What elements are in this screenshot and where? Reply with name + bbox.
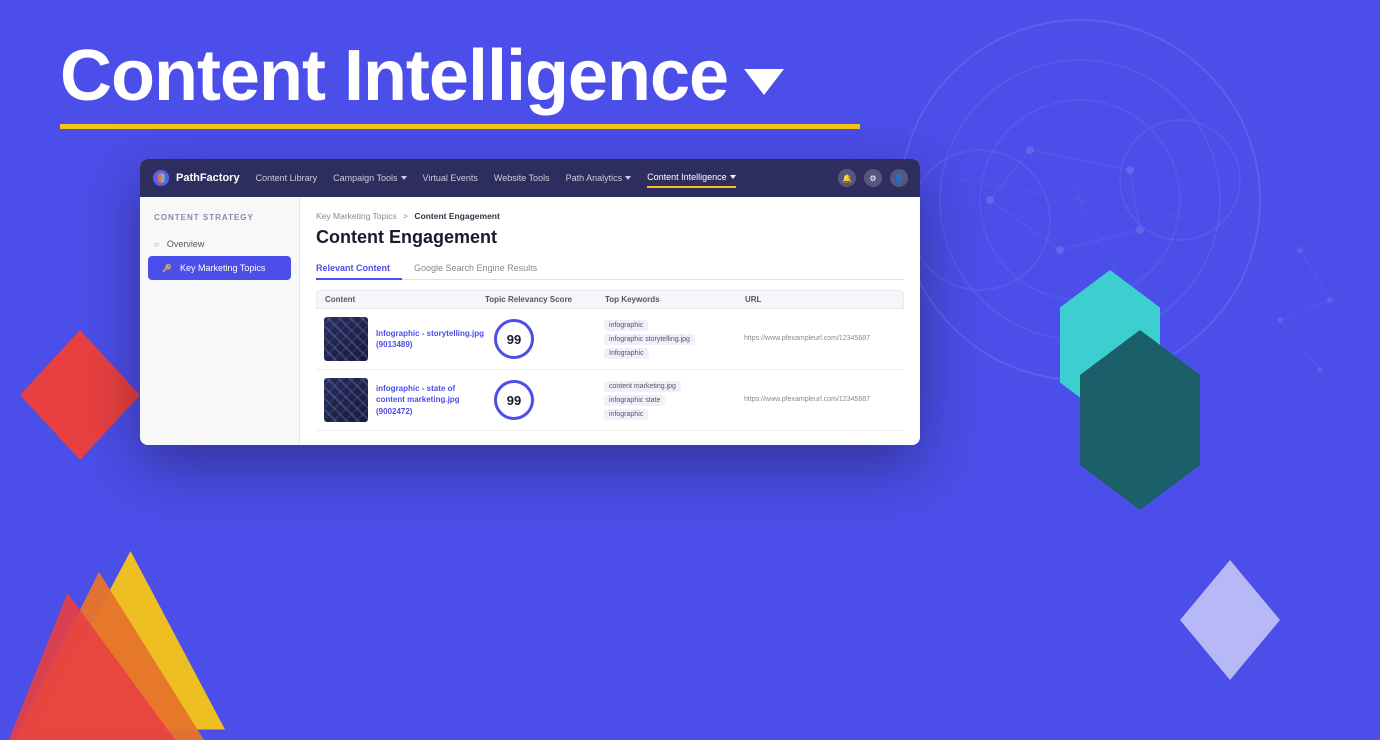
gold-divider: [60, 124, 860, 129]
tab-google-search[interactable]: Google Search Engine Results: [402, 258, 549, 280]
content-table: Content Topic Relevancy Score Top Keywor…: [316, 290, 904, 431]
analytics-dropdown-arrow: [625, 176, 631, 180]
sidebar-item-key-marketing-topics[interactable]: 🔑 Key Marketing Topics: [148, 256, 291, 280]
sidebar-item-overview-label: Overview: [167, 239, 205, 249]
score-cell-1: 99: [484, 319, 604, 359]
nav-user-icon[interactable]: 👤: [890, 169, 908, 187]
url-cell-2[interactable]: https://www.pfexampleurl.com/12345687: [744, 395, 896, 406]
overview-icon: ○: [154, 240, 159, 249]
nav-item-website-tools[interactable]: Website Tools: [494, 169, 550, 187]
thumbnail-2: [324, 378, 368, 422]
table-header: Content Topic Relevancy Score Top Keywor…: [316, 290, 904, 309]
pathfactory-logo-icon: [152, 169, 170, 187]
col-header-keywords: Top Keywords: [605, 295, 745, 304]
page-title: Content Engagement: [316, 227, 904, 248]
keyword-tag: content marketing.jpg: [604, 381, 681, 392]
nav-bell-icon[interactable]: 🔔: [838, 169, 856, 187]
thumbnail-1: [324, 317, 368, 361]
campaign-dropdown-arrow: [401, 176, 407, 180]
nav-item-content-library[interactable]: Content Library: [256, 169, 318, 187]
content-cell-2: infographic - state of content marketing…: [324, 378, 484, 422]
nav-item-campaign-tools[interactable]: Campaign Tools: [333, 169, 406, 187]
table-row: infographic - state of content marketing…: [316, 370, 904, 431]
breadcrumb: Key Marketing Topics > Content Engagemen…: [316, 211, 904, 221]
nav-bar: PathFactory Content Library Campaign Too…: [140, 159, 920, 197]
nav-logo[interactable]: PathFactory: [152, 169, 240, 187]
key-icon: 🔑: [162, 264, 172, 273]
nav-item-virtual-events[interactable]: Virtual Events: [423, 169, 478, 187]
content-title-1[interactable]: Infographic - storytelling.jpg (9013489): [376, 328, 484, 350]
main-content-area: Key Marketing Topics > Content Engagemen…: [300, 197, 920, 445]
score-circle-2: 99: [494, 380, 534, 420]
app-window: PathFactory Content Library Campaign Too…: [140, 159, 920, 445]
nav-icons: 🔔 ⚙ 👤: [838, 169, 908, 187]
nav-item-content-intelligence[interactable]: Content Intelligence: [647, 168, 736, 188]
breadcrumb-current: Content Engagement: [414, 211, 499, 221]
nav-settings-icon[interactable]: ⚙: [864, 169, 882, 187]
keyword-tag: infographic storytelling.jpg: [604, 334, 695, 345]
score-cell-2: 99: [484, 380, 604, 420]
col-header-url: URL: [745, 295, 895, 304]
main-title: Content Intelligence: [60, 40, 728, 112]
keyword-tag: infographic: [604, 320, 648, 331]
content-cell-1: Infographic - storytelling.jpg (9013489): [324, 317, 484, 361]
sidebar-item-kmt-label: Key Marketing Topics: [180, 263, 265, 273]
breadcrumb-parent[interactable]: Key Marketing Topics: [316, 211, 397, 221]
app-body: CONTENT STRATEGY ○ Overview 🔑 Key Market…: [140, 197, 920, 445]
table-row: Infographic - storytelling.jpg (9013489)…: [316, 309, 904, 370]
nav-logo-text: PathFactory: [176, 172, 240, 184]
orange-shape-group: [10, 530, 230, 740]
breadcrumb-separator: >: [403, 211, 408, 221]
title-area: Content Intelligence: [60, 40, 1320, 112]
tabs-container: Relevant Content Google Search Engine Re…: [316, 258, 904, 280]
sidebar-section-title: CONTENT STRATEGY: [140, 213, 299, 232]
col-header-score: Topic Relevancy Score: [485, 295, 605, 304]
ci-dropdown-arrow: [730, 175, 736, 179]
keywords-cell-1: infographic infographic storytelling.jpg…: [604, 320, 744, 359]
title-dropdown-arrow[interactable]: [744, 69, 784, 95]
score-circle-1: 99: [494, 319, 534, 359]
url-cell-1[interactable]: https://www.pfexampleurl.com/12345687: [744, 334, 896, 345]
tab-relevant-content[interactable]: Relevant Content: [316, 258, 402, 280]
sidebar-item-overview[interactable]: ○ Overview: [140, 232, 299, 256]
keyword-tag: infographic state: [604, 395, 665, 406]
keywords-cell-2: content marketing.jpg infographic state …: [604, 381, 744, 420]
nav-item-path-analytics[interactable]: Path Analytics: [566, 169, 632, 187]
keyword-tag: Infographic: [604, 348, 649, 359]
keyword-tag: infographic: [604, 409, 648, 420]
content-title-2[interactable]: infographic - state of content marketing…: [376, 383, 484, 417]
sidebar: CONTENT STRATEGY ○ Overview 🔑 Key Market…: [140, 197, 300, 445]
col-header-content: Content: [325, 295, 485, 304]
